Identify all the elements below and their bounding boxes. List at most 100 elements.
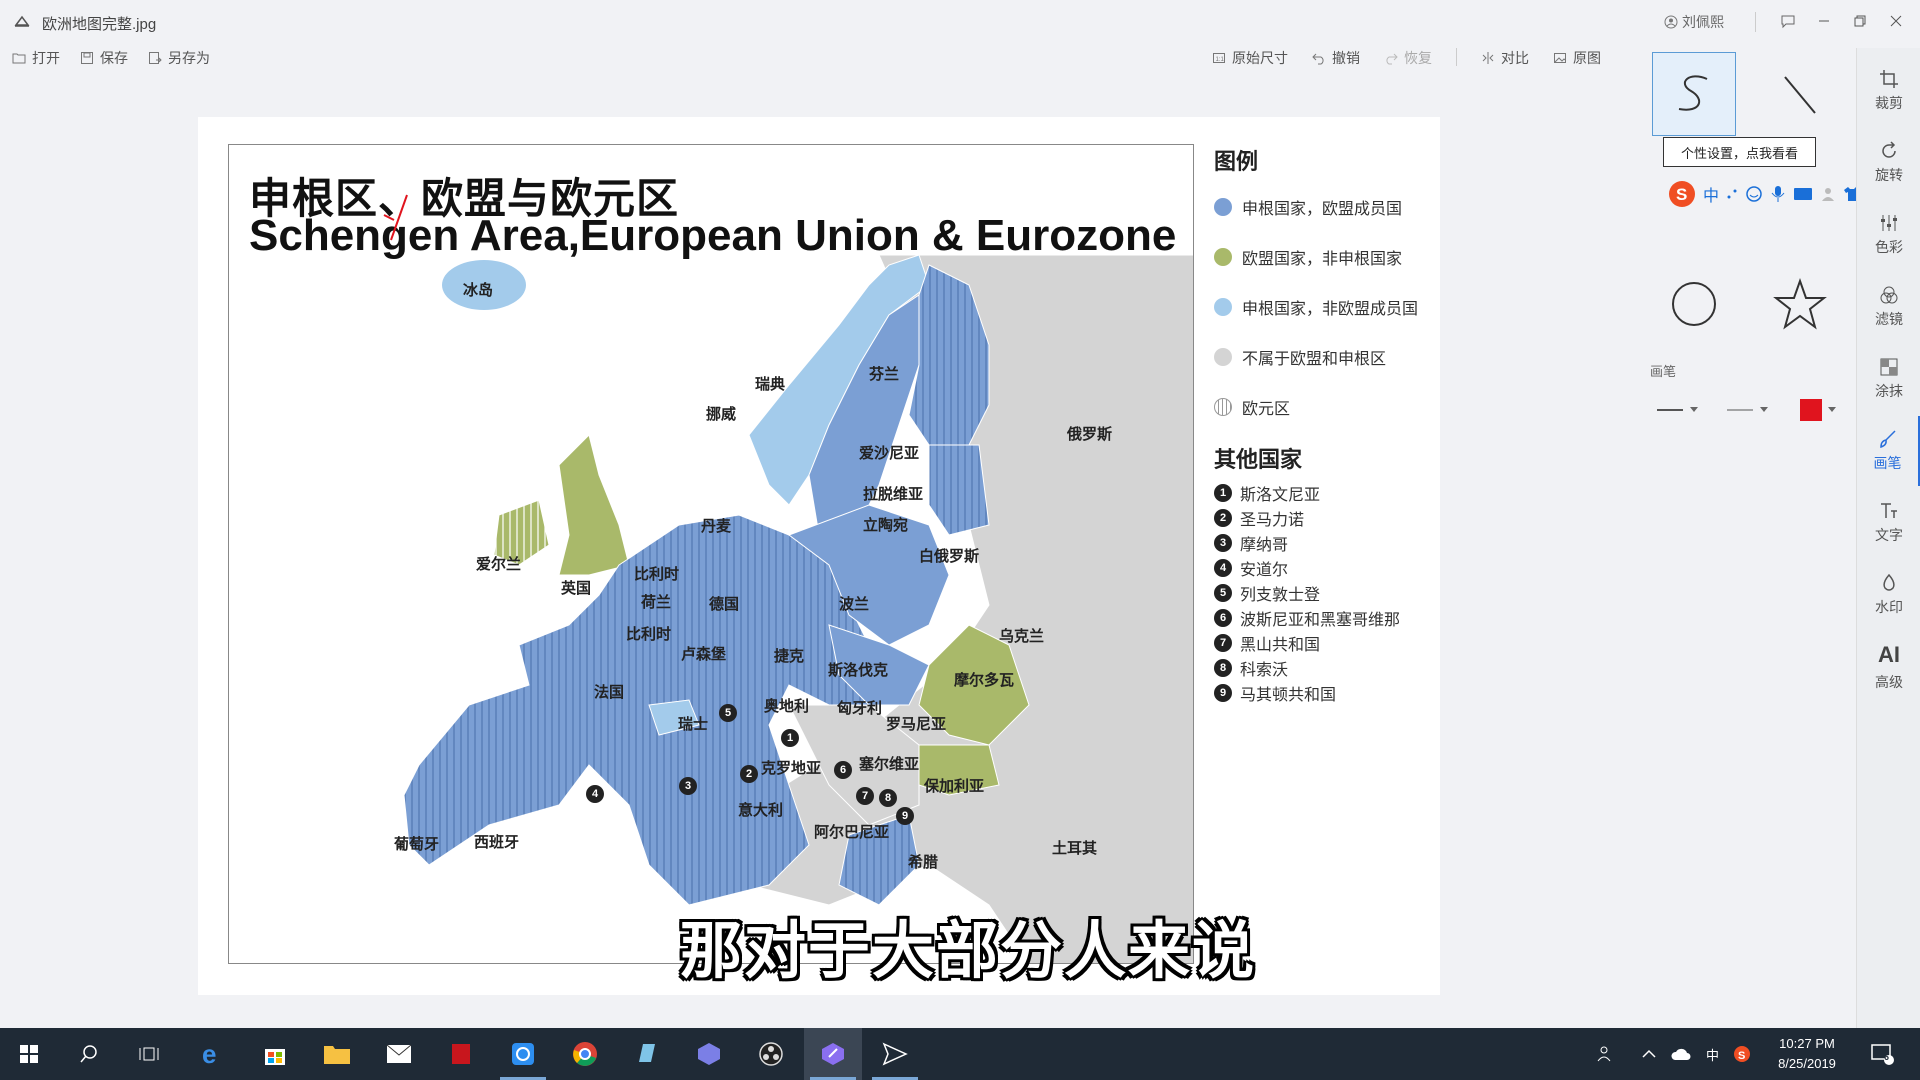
label-ireland: 爱尔兰 [476, 556, 522, 573]
map-marker-9: 9 [896, 807, 914, 825]
line-shape-button[interactable] [1758, 52, 1842, 136]
store-icon [265, 1049, 285, 1065]
clock-time: 10:27 PM [1779, 1036, 1835, 1051]
ime-mode[interactable]: 中 [1703, 182, 1719, 206]
sidebar-item-brush[interactable]: 画笔 [1857, 416, 1920, 486]
original-size-icon: 1:1 [1213, 53, 1225, 63]
original-image-button[interactable]: 原图 [1553, 48, 1601, 68]
close-icon [1890, 15, 1902, 27]
brush-section-label: 画笔 [1650, 364, 1677, 379]
save-as-button[interactable]: 另存为 [148, 48, 210, 68]
taskbar-edge[interactable]: e [184, 1028, 242, 1080]
sidebar-item-crop[interactable]: 裁剪 [1857, 56, 1920, 126]
list-label: 波斯尼亚和黑塞哥维那 [1240, 611, 1401, 629]
taskbar-mail[interactable] [370, 1028, 428, 1080]
save-button[interactable]: 保存 [80, 48, 128, 68]
legend-label: 申根国家，欧盟成员国 [1242, 201, 1403, 218]
list-number: 6 [1214, 608, 1232, 627]
legend-label: 不属于欧盟和申根区 [1242, 351, 1387, 368]
map-marker-4: 4 [586, 785, 604, 803]
label-germany: 德国 [709, 596, 740, 613]
open-button[interactable]: 打开 [12, 48, 60, 68]
label-france: 法国 [594, 684, 625, 701]
search-icon [80, 1045, 97, 1063]
punctuation-icon[interactable] [1725, 187, 1739, 201]
legend-title: 图例 [1214, 149, 1259, 174]
video-subtitle: 那对于大部分人来说 [680, 917, 1257, 986]
map-marker-3: 3 [679, 777, 697, 795]
taskbar-explorer[interactable] [308, 1028, 366, 1080]
action-center-button[interactable]: 6 [1870, 1028, 1894, 1080]
chat-icon [1781, 15, 1795, 29]
sogou-logo-icon: S [1669, 181, 1695, 207]
start-button[interactable] [0, 1028, 58, 1080]
minimize-button[interactable] [1812, 9, 1836, 33]
sogou-tray-icon[interactable]: S [1733, 1045, 1751, 1063]
taskbar-notes-app[interactable] [618, 1028, 676, 1080]
list-label: 科索沃 [1240, 661, 1289, 679]
chevron-up-icon[interactable] [1642, 1049, 1656, 1059]
user-account[interactable]: 刘佩熙 [1664, 12, 1724, 32]
search-button[interactable] [60, 1028, 118, 1080]
taskbar-photo-editor[interactable] [804, 1028, 862, 1080]
original-size-button[interactable]: 1:1 原始尺寸 [1212, 48, 1288, 68]
taskbar-app-red[interactable] [432, 1028, 490, 1080]
sidebar-label: 滤镜 [1875, 311, 1903, 327]
taskbar-chrome[interactable] [556, 1028, 614, 1080]
emoji-icon[interactable] [1745, 185, 1763, 203]
label-finland: 芬兰 [869, 366, 900, 383]
open-label: 打开 [32, 50, 60, 66]
list-number: 7 [1214, 633, 1232, 652]
taskbar-obs[interactable] [742, 1028, 800, 1080]
redo-button[interactable]: 恢复 [1384, 48, 1432, 68]
taskbar-send-app[interactable] [866, 1028, 924, 1080]
label-russia: 俄罗斯 [1067, 426, 1113, 443]
restore-button[interactable] [1848, 9, 1872, 33]
task-view-button[interactable] [120, 1028, 178, 1080]
settings-tooltip[interactable]: 个性设置，点我看看 [1663, 137, 1816, 167]
circle-shape-button[interactable] [1652, 262, 1736, 346]
title-divider [1755, 12, 1756, 32]
sidebar-item-rotate[interactable]: 旋转 [1857, 128, 1920, 198]
keyboard-icon[interactable] [1793, 186, 1813, 202]
brush-icon [1879, 430, 1896, 449]
sidebar-item-advanced[interactable]: AI 高级 [1857, 632, 1920, 702]
undo-button[interactable]: 撤销 [1312, 48, 1360, 68]
sidebar-item-mosaic[interactable]: 涂抹 [1857, 344, 1920, 414]
label-romania: 罗马尼亚 [886, 716, 947, 733]
sidebar-item-color[interactable]: 色彩 [1857, 200, 1920, 270]
legend-swatch [1214, 348, 1232, 366]
taskbar-cube-app[interactable] [680, 1028, 738, 1080]
sidebar-item-filter[interactable]: 滤镜 [1857, 272, 1920, 342]
camera-icon [512, 1043, 534, 1065]
taskbar-camera-app[interactable] [494, 1028, 552, 1080]
sidebar-label: 高级 [1875, 674, 1903, 690]
label-belgium-top: 比利时 [634, 566, 680, 583]
people-icon[interactable] [1596, 1044, 1616, 1064]
sidebar-label: 画笔 [1873, 455, 1902, 471]
freehand-shape-button[interactable] [1652, 52, 1736, 136]
restore-icon [1854, 15, 1866, 27]
mosaic-icon [1880, 358, 1898, 376]
legend-item: 欧元区 [1214, 382, 1434, 432]
feedback-button[interactable] [1776, 9, 1800, 33]
onedrive-cloud-icon[interactable] [1670, 1046, 1692, 1062]
input-language[interactable]: 中 [1706, 1045, 1719, 1064]
taskbar-store[interactable] [246, 1028, 304, 1080]
notification-count: 6 [1884, 1052, 1890, 1062]
taskbar-clock[interactable]: 10:27 PM 8/25/2019 [1762, 1034, 1852, 1074]
close-button[interactable] [1884, 9, 1908, 33]
user-skin-icon[interactable] [1819, 185, 1837, 203]
sidebar-item-text[interactable]: 文字 [1857, 488, 1920, 558]
image-canvas[interactable]: 申根区、欧盟与欧元区 Schengen Area,European Union … [198, 117, 1440, 995]
file-toolbar: 打开 保存 另存为 [12, 48, 210, 68]
star-shape-button[interactable] [1758, 262, 1842, 346]
compare-button[interactable]: 对比 [1481, 48, 1529, 68]
sidebar-item-watermark[interactable]: 水印 [1857, 560, 1920, 630]
undo-icon [1312, 53, 1324, 65]
brush-width-select[interactable] [1656, 396, 1698, 424]
brush-style-select[interactable] [1726, 396, 1768, 424]
microphone-icon[interactable] [1769, 185, 1787, 203]
map-legend: 图例 申根国家，欧盟成员国 欧盟国家，非申根国家 申根国家，非欧盟成员国 不属于… [1214, 144, 1434, 432]
brush-color-select[interactable] [1800, 396, 1836, 424]
